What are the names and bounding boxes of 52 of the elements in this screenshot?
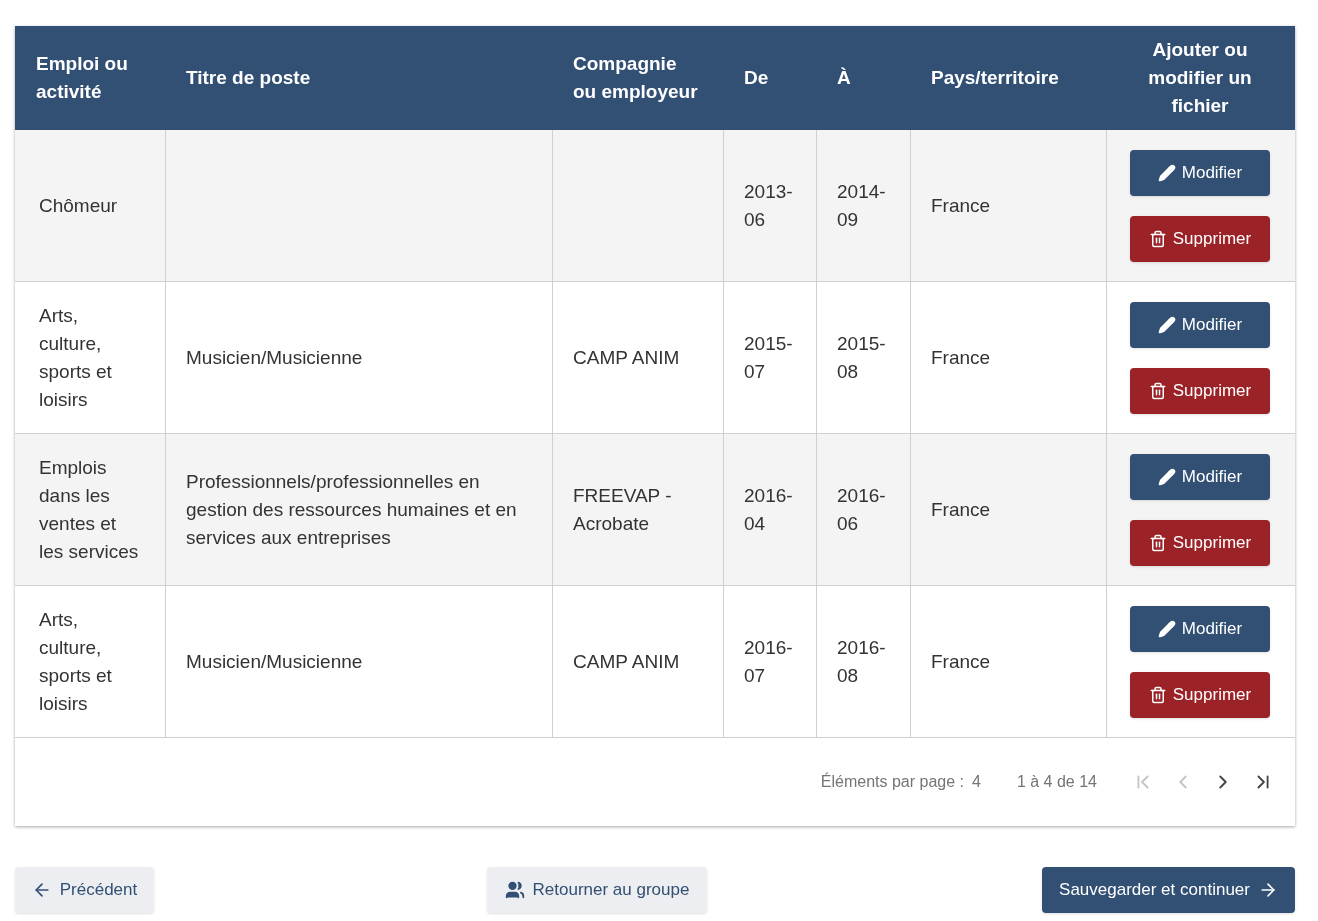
table-cell-text: Arts, culture, sports et loisirs (39, 607, 113, 716)
table-cell-text: Chômeur (39, 193, 118, 218)
back-to-group-button[interactable]: Retourner au groupe (487, 867, 707, 913)
trash-icon (1148, 381, 1167, 400)
column-header: Compagnie ou employeur (573, 52, 699, 104)
table-cell-text: CAMP ANIM (573, 649, 680, 674)
table-cell-text: 2016-07 (744, 635, 794, 688)
column-header: De (744, 66, 769, 90)
pencil-icon (1157, 315, 1176, 334)
people-icon (504, 880, 525, 900)
table-cell-text: 2016-06 (837, 483, 887, 536)
pencil-icon (1157, 163, 1176, 182)
table-cell-text: 2016-04 (744, 483, 794, 536)
items-per-page-label: Éléments par page : (820, 771, 964, 792)
items-per-page-value[interactable]: 4 (972, 770, 981, 794)
table-cell-text: Musicien/Musicienne (186, 345, 363, 370)
column-header: Emploi ou activité (36, 52, 129, 104)
pencil-icon (1157, 467, 1176, 486)
table-cell-text: Professionnels/professionnelles en gestion des ressources humaines et en services aux entreprises (186, 469, 518, 550)
delete-button[interactable]: Supprimer (1130, 519, 1270, 566)
edit-button[interactable]: Modifier (1130, 605, 1270, 652)
table-cell-text: FREEVAP - Acrobate (573, 483, 673, 536)
previous-button[interactable]: Précédent (15, 867, 154, 913)
page-range: 1 à 4 de 14 (1016, 772, 1097, 792)
table-cell-text: Emplois dans les ventes et les services (39, 455, 140, 564)
table-cell-text: CAMP ANIM (573, 345, 680, 370)
column-header: Ajouter ou modifier un fichier (1147, 38, 1253, 118)
table-cell-text: 2013-06 (744, 179, 794, 232)
edit-button[interactable]: Modifier (1130, 453, 1270, 500)
trash-icon (1148, 533, 1167, 552)
table-cell-text: France (931, 345, 991, 370)
delete-button[interactable]: Supprimer (1130, 671, 1270, 718)
edit-button[interactable]: Modifier (1130, 149, 1270, 196)
save-continue-button[interactable]: Sauvegarder et continuer (1042, 867, 1295, 913)
table-cell-text: France (931, 649, 991, 674)
pencil-icon (1157, 619, 1176, 638)
table-cell-text: 2016-08 (837, 635, 887, 688)
delete-button[interactable]: Supprimer (1130, 367, 1270, 414)
table-cell-text: Arts, culture, sports et loisirs (39, 303, 113, 412)
table-cell-text: France (931, 193, 991, 218)
column-header: Pays/territoire (931, 66, 1059, 90)
table-cell-text: France (931, 497, 991, 522)
edit-button[interactable]: Modifier (1130, 301, 1270, 348)
table-cell-text: 2014-09 (837, 179, 887, 232)
column-header: À (837, 66, 851, 90)
trash-icon (1148, 685, 1167, 704)
table-cell-text: 2015-07 (744, 331, 794, 384)
column-header: Titre de poste (186, 66, 311, 90)
table-cell-text: Musicien/Musicienne (186, 649, 363, 674)
trash-icon (1148, 229, 1167, 248)
table-cell-text: 2015-08 (837, 331, 887, 384)
delete-button[interactable]: Supprimer (1130, 215, 1270, 262)
